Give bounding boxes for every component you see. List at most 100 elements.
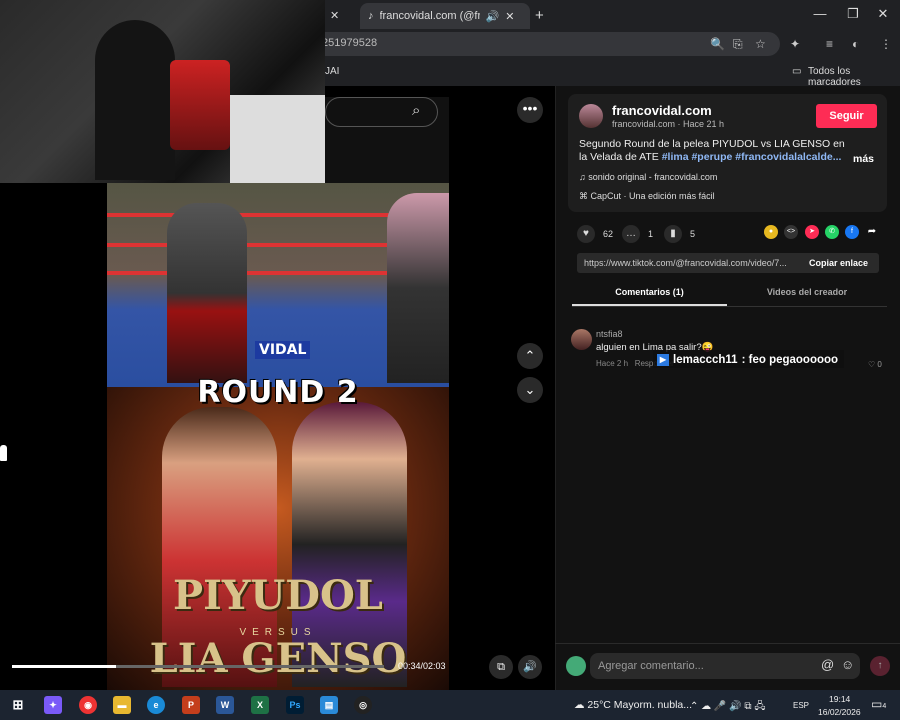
- emoji-icon[interactable]: ☺: [841, 657, 854, 672]
- file-explorer-icon[interactable]: ▬: [113, 696, 131, 714]
- photoshop-icon[interactable]: Ps: [286, 696, 304, 714]
- stream-chat-overlay: ▶ lemaccch11 : feo pegaoooooo: [653, 350, 845, 368]
- coin-icon[interactable]: ●: [764, 225, 778, 239]
- tab-title: francovidal.com (@francovi: [379, 10, 480, 22]
- comment-like-count: 0: [877, 360, 882, 369]
- like-stat[interactable]: ♥ 62: [577, 225, 613, 243]
- language-indicator[interactable]: ESP: [793, 701, 809, 710]
- tiktok-icon: ♪: [368, 10, 374, 22]
- chat-message: : feo pegaoooooo: [741, 354, 839, 366]
- capcut-line[interactable]: ⌘ CapCut · Una edición más fácil: [579, 191, 715, 202]
- music-note-icon: ♫: [579, 172, 589, 182]
- tray-icons[interactable]: ⌃ ☁ 🎤 🔊 ⧉ 🖧: [690, 699, 765, 716]
- copy-link-button[interactable]: Copiar enlace: [809, 258, 868, 268]
- clock-time[interactable]: 19:14: [829, 694, 850, 704]
- follow-button[interactable]: Seguir: [816, 104, 877, 128]
- start-icon[interactable]: ⊞: [9, 696, 27, 714]
- comment-like[interactable]: ♡ 0: [868, 360, 882, 369]
- bookmark-icon: ▮: [664, 225, 682, 243]
- mention-icon[interactable]: @: [821, 657, 834, 672]
- comment-icon: …: [622, 225, 640, 243]
- video-frame-ring: VIDAL: [107, 183, 449, 387]
- excel-icon[interactable]: X: [251, 696, 269, 714]
- comment-count: 1: [648, 229, 654, 239]
- capcut-icon: ⌘: [579, 191, 591, 201]
- more-link[interactable]: más: [853, 153, 874, 165]
- chat-badge-icon: ▶: [657, 354, 669, 366]
- tab-comments[interactable]: Comentarios (1): [572, 287, 727, 297]
- url-text: 251979528: [322, 37, 378, 49]
- sound-line[interactable]: ♫ sonido original - francovidal.com: [579, 172, 717, 182]
- notification-count: 4: [882, 703, 887, 710]
- progress-fill: [12, 665, 117, 668]
- webcam-overlay: [0, 0, 325, 183]
- chat-username: lemaccch11: [673, 354, 738, 366]
- hashtags[interactable]: #lima #perupe #francovidalalcalde...: [662, 151, 842, 163]
- author-subline: francovidal.com · Hace 21 h: [612, 119, 725, 129]
- bookmark-item[interactable]: JAI: [325, 66, 339, 77]
- tab-close-icon[interactable]: ✕: [330, 4, 339, 26]
- video-link: https://www.tiktok.com/@francovidal.com/…: [584, 258, 787, 268]
- tab-close-icon[interactable]: ✕: [505, 10, 514, 23]
- next-video-button[interactable]: ⌄: [517, 377, 543, 403]
- tab-active[interactable]: ♪ francovidal.com (@francovi 🔊 ✕: [360, 3, 530, 29]
- share-icon[interactable]: ➦: [865, 225, 879, 239]
- close-window-button[interactable]: ✕: [868, 6, 898, 22]
- heart-icon: ♥: [577, 225, 595, 243]
- pip-button[interactable]: ⧉: [489, 655, 513, 679]
- weather-widget[interactable]: ☁ 25°C Mayorm. nubla...: [574, 699, 692, 711]
- media-icon[interactable]: ≡: [826, 37, 833, 51]
- ring-logo: VIDAL: [255, 341, 311, 359]
- tab-creator-videos[interactable]: Videos del creador: [727, 287, 887, 297]
- comment-stat[interactable]: … 1: [622, 225, 653, 243]
- author-username[interactable]: francovidal.com: [612, 103, 712, 118]
- all-bookmarks[interactable]: Todos los marcadores: [808, 66, 900, 88]
- commenter-avatar[interactable]: [571, 329, 592, 350]
- new-tab-button[interactable]: +: [535, 4, 544, 26]
- save-stat[interactable]: ▮ 5: [664, 225, 695, 243]
- volume-button[interactable]: 🔊: [518, 655, 542, 679]
- folder-icon: ▭: [792, 66, 802, 77]
- install-icon[interactable]: ⎘: [733, 37, 743, 52]
- whatsapp-icon[interactable]: ✆: [825, 225, 839, 239]
- composer-divider: [555, 643, 900, 644]
- search-input[interactable]: [325, 97, 438, 127]
- copilot-icon[interactable]: ✦: [44, 696, 62, 714]
- tab-divider: [572, 306, 887, 307]
- like-count: 62: [603, 229, 614, 239]
- comment-input[interactable]: [590, 653, 860, 679]
- word-icon[interactable]: W: [216, 696, 234, 714]
- bookmark-star-icon[interactable]: ☆: [755, 37, 766, 51]
- weather-icon: ☁: [574, 699, 588, 711]
- avatar[interactable]: [579, 104, 603, 128]
- more-options-button[interactable]: •••: [517, 97, 543, 123]
- mouse-cursor: [0, 445, 7, 461]
- video-player[interactable]: VIDAL ROUND 2 PIYUDOL VERSUS LIA GENSO: [107, 97, 449, 690]
- sound-text: sonido original - francovidal.com: [588, 172, 718, 182]
- post-comment-button[interactable]: ↑: [870, 656, 890, 676]
- send-icon[interactable]: ➤: [805, 225, 819, 239]
- minimize-button[interactable]: —: [805, 6, 835, 21]
- weather-text: 25°C Mayorm. nubla...: [587, 699, 692, 711]
- chrome-icon[interactable]: ◉: [79, 696, 97, 714]
- maximize-button[interactable]: ❐: [838, 6, 868, 22]
- commenter-username[interactable]: ntsfia8: [596, 329, 623, 339]
- post-description: Segundo Round de la pelea PIYUDOL vs LIA…: [579, 138, 849, 164]
- extensions-icon[interactable]: ✦: [790, 37, 800, 51]
- search-icon[interactable]: ⌕: [412, 102, 420, 119]
- menu-icon[interactable]: ⋮: [880, 37, 892, 51]
- edge-icon[interactable]: e: [147, 696, 165, 714]
- embed-icon[interactable]: <>: [784, 225, 798, 239]
- zoom-icon[interactable]: 🔍: [710, 37, 725, 51]
- powerpoint-icon[interactable]: P: [182, 696, 200, 714]
- store-icon[interactable]: ▤: [320, 696, 338, 714]
- audio-icon[interactable]: 🔊: [486, 10, 500, 23]
- save-count: 5: [690, 229, 696, 239]
- notification-icon[interactable]: ▭4: [871, 697, 886, 711]
- facebook-icon[interactable]: f: [845, 225, 859, 239]
- profile-icon[interactable]: ◐: [852, 37, 859, 51]
- poster-fighter1: PIYUDOL: [173, 572, 383, 619]
- clock-date[interactable]: 16/02/2026: [818, 707, 861, 717]
- obs-icon[interactable]: ◎: [354, 696, 372, 714]
- previous-video-button[interactable]: ⌃: [517, 343, 543, 369]
